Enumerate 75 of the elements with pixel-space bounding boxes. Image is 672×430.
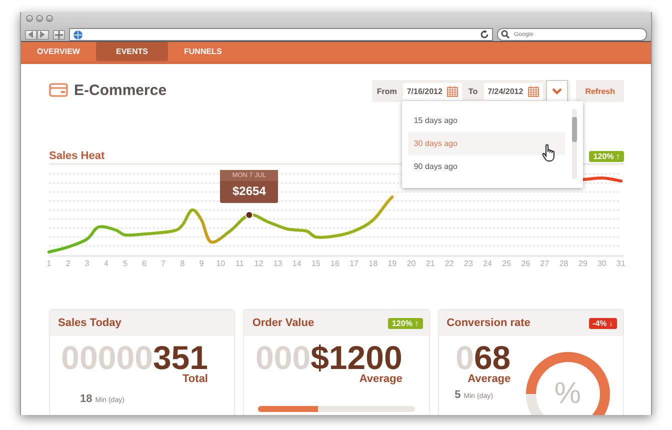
chart-title: Sales Heat <box>49 150 105 162</box>
axis-label: 1 <box>46 259 52 268</box>
axis-label: 21 <box>426 259 435 268</box>
refresh-button[interactable]: Refresh <box>576 80 624 102</box>
to-label: To <box>467 86 479 96</box>
card-title: Conversion rate <box>446 317 530 329</box>
dropdown-item[interactable]: 90 days ago <box>408 155 565 178</box>
forward-button[interactable] <box>37 30 49 40</box>
tooltip-value: $2654 <box>232 183 267 200</box>
axis-label: 13 <box>273 259 282 268</box>
axis-label: 19 <box>388 259 397 268</box>
axis-label: 29 <box>578 259 588 268</box>
axis-label: 8 <box>180 259 185 268</box>
to-date-field[interactable]: 7/24/2012 <box>484 82 544 100</box>
axis-label: 26 <box>521 259 530 268</box>
axis-label: 22 <box>444 259 454 268</box>
nav-tab[interactable]: OVERVIEW <box>29 42 88 61</box>
hand-cursor-icon <box>542 144 556 162</box>
min-value: 18 <box>80 393 92 406</box>
zoom-icon[interactable] <box>46 15 53 22</box>
add-bookmark-button[interactable] <box>53 30 65 40</box>
axis-label: 3 <box>84 259 90 268</box>
calendar-icon <box>528 86 540 96</box>
axis-label: 18 <box>368 259 378 268</box>
globe-icon <box>73 30 83 40</box>
stat-unit: Total <box>182 373 208 386</box>
percent-symbol: % <box>554 379 581 409</box>
axis-label: 28 <box>559 259 568 268</box>
axis-label: 4 <box>104 259 108 268</box>
axis-label: 27 <box>540 259 550 268</box>
close-icon[interactable] <box>26 15 33 22</box>
axis-label: 2 <box>66 259 70 268</box>
reload-icon[interactable] <box>480 30 489 39</box>
axis-label: 5 <box>123 259 128 268</box>
card-title: Sales Today <box>58 317 122 329</box>
card-title: Order Value <box>252 317 314 329</box>
stat-unit: Average <box>468 373 511 386</box>
dropdown-toggle[interactable] <box>547 81 568 101</box>
axis-label: 17 <box>350 259 359 268</box>
axis-label: 20 <box>406 259 416 268</box>
minimize-icon[interactable] <box>36 15 43 22</box>
trend-badge: 120% ↑ <box>388 318 423 328</box>
axis-label: 14 <box>292 259 302 268</box>
credit-card-icon <box>49 83 68 97</box>
from-date-field[interactable]: 7/16/2012 <box>402 82 462 100</box>
dropdown-item[interactable]: 30 days ago <box>408 132 565 155</box>
min-value: 5 <box>454 389 461 402</box>
from-label: From <box>376 86 398 96</box>
calendar-icon <box>447 86 458 96</box>
axis-label: 23 <box>464 259 473 268</box>
scrollbar[interactable] <box>572 109 577 179</box>
axis-label: 7 <box>161 259 166 268</box>
data-point[interactable] <box>245 211 254 219</box>
chevron-down-icon <box>552 88 562 94</box>
page-title: E-Commerce <box>74 82 167 98</box>
axis-label: 25 <box>502 259 512 268</box>
axis-label: 24 <box>483 259 492 268</box>
nav-tab[interactable]: EVENTS <box>96 42 168 61</box>
axis-label: 6 <box>142 259 147 268</box>
axis-label: 16 <box>330 259 340 268</box>
axis-label: 30 <box>597 259 606 268</box>
nav-tab[interactable]: FUNNELS <box>176 42 230 61</box>
axis-label: 31 <box>616 259 626 268</box>
dropdown-item[interactable]: 15 days ago <box>408 109 565 132</box>
axis-label: 15 <box>311 259 320 268</box>
trend-badge: 120% ↑ <box>589 150 624 162</box>
stat-value: 68 <box>474 339 511 376</box>
axis-label: 10 <box>216 259 226 268</box>
axis-label: 11 <box>236 259 244 268</box>
search-icon <box>501 30 511 39</box>
trend-badge: -4% ↓ <box>588 318 617 328</box>
stat-unit: Average <box>359 373 402 386</box>
axis-label: 9 <box>199 259 204 268</box>
back-button[interactable] <box>25 30 37 40</box>
axis-label: 12 <box>254 259 264 268</box>
